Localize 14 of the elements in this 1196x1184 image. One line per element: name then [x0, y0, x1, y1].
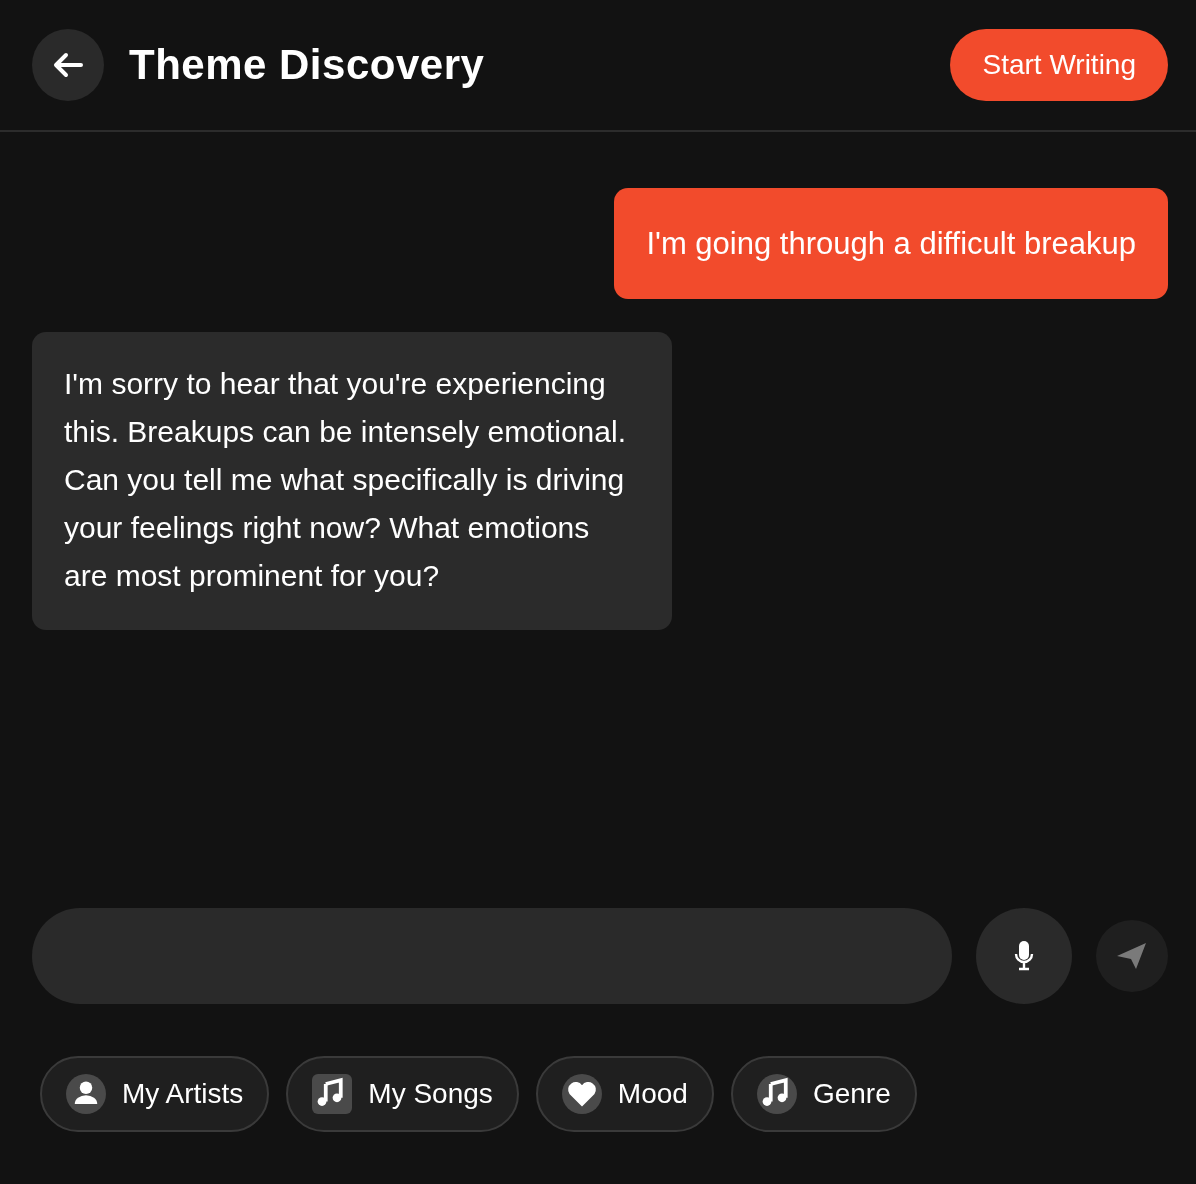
assistant-message-bubble: I'm sorry to hear that you're experiencing this. Breakups can be intensely emotional. Can you tell me what specifically is driving your feelings right now? What emotions are most prominent for you? [32, 332, 672, 630]
start-writing-button[interactable]: Start Writing [950, 29, 1168, 101]
filter-chip[interactable]: My Songs [286, 1056, 519, 1132]
person-icon [66, 1074, 106, 1114]
user-message-bubble: I'm going through a difficult breakup [614, 188, 1168, 299]
filter-chip[interactable]: Mood [535, 1056, 714, 1132]
music-note-icon [756, 1074, 797, 1114]
back-arrow-icon [53, 52, 83, 78]
screen-title: Theme Discovery [129, 41, 486, 89]
music-note-icon [312, 1074, 353, 1114]
paper-plane-icon [1117, 942, 1147, 970]
filter-chip[interactable]: Genre [730, 1056, 917, 1132]
filter-chip[interactable]: My Artists [40, 1056, 270, 1132]
microphone-icon [1014, 941, 1034, 971]
